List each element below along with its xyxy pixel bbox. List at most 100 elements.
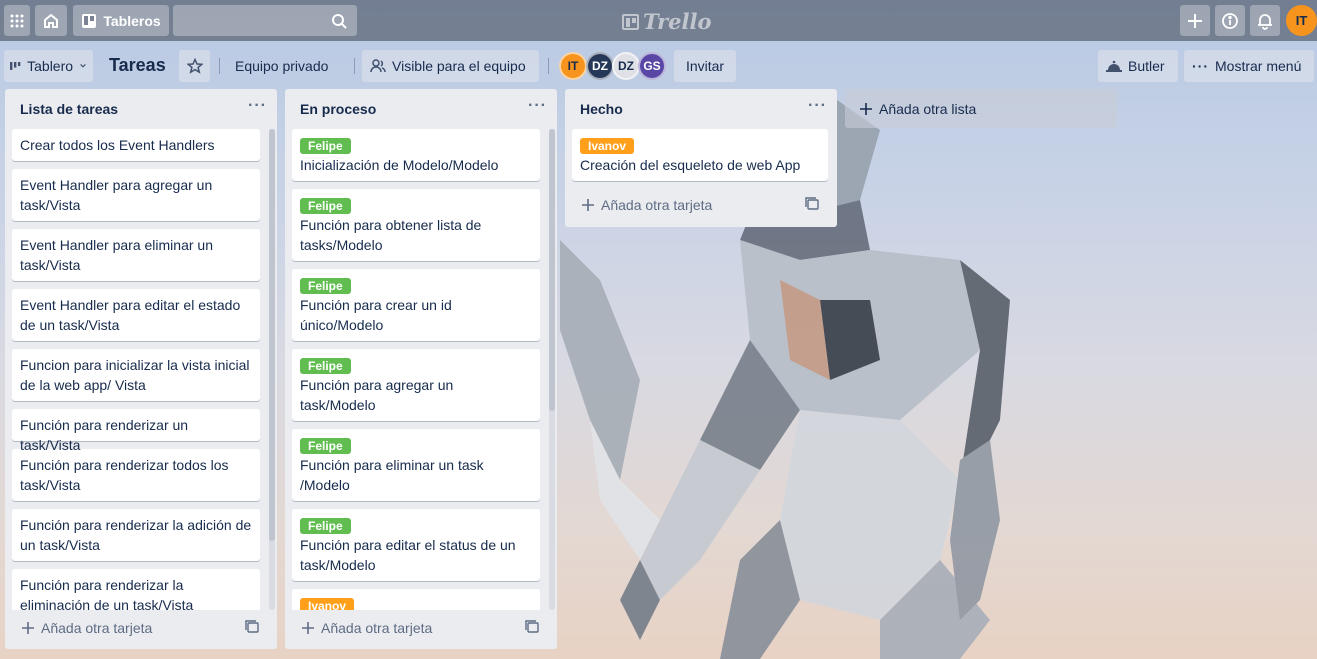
list-menu-icon[interactable]: ··· (248, 97, 267, 115)
list-title[interactable]: Lista de tareas (20, 101, 118, 117)
trello-logo-icon (622, 13, 639, 30)
card-label: Ivanov (300, 598, 355, 610)
visibility-button[interactable]: Visible para el equipo (362, 50, 539, 82)
plus-icon (22, 622, 34, 634)
add-card-button[interactable]: Añada otra tarjeta (575, 191, 827, 219)
member-avatar[interactable]: DZ (586, 52, 614, 80)
member-avatar[interactable]: GS (638, 52, 666, 80)
home-icon[interactable] (35, 5, 67, 36)
add-card-label: Añada otra tarjeta (321, 620, 433, 636)
card-title: Event Handler para eliminar un task/Vist… (20, 237, 213, 273)
card-template-icon[interactable] (525, 620, 539, 634)
card[interactable]: Crear todos los Event Handlers (12, 129, 260, 161)
card[interactable]: Felipe Función para agregar un task/Mode… (292, 349, 540, 421)
card[interactable]: Ivanov (292, 589, 540, 610)
card[interactable]: Función para renderizar la adición de un… (12, 509, 260, 561)
create-plus-icon[interactable] (1180, 5, 1210, 36)
card-title: Función para renderizar todos los task/V… (20, 457, 229, 493)
scrollbar-thumb[interactable] (549, 129, 555, 411)
board-view-label: Tablero (27, 58, 74, 74)
card-title: Función para editar el status de un task… (300, 537, 516, 573)
card-title: Función para eliminar un task /Modelo (300, 457, 484, 493)
card-label: Felipe (300, 438, 351, 454)
butler-icon (1106, 60, 1122, 72)
card-template-icon[interactable] (805, 197, 819, 211)
bell-icon[interactable] (1250, 5, 1280, 36)
trello-logo[interactable]: Trello (622, 9, 712, 34)
add-card-label: Añada otra tarjeta (41, 620, 153, 636)
logo-text: Trello (643, 9, 712, 34)
plus-icon (302, 622, 314, 634)
card[interactable]: Felipe Inicialización de Modelo/Modelo (292, 129, 540, 181)
add-card-button[interactable]: Añada otra tarjeta (15, 614, 267, 642)
list-menu-icon[interactable]: ··· (528, 97, 547, 115)
boards-icon (82, 13, 97, 28)
card-title: Función para agregar un task/Modelo (300, 377, 454, 413)
invite-button[interactable]: Invitar (674, 50, 736, 82)
card[interactable]: Función para renderizar la eliminación d… (12, 569, 260, 610)
search-icon (332, 13, 347, 29)
team-visibility-icon (370, 59, 386, 73)
scrollbar-thumb[interactable] (269, 129, 275, 541)
card-label: Felipe (300, 518, 351, 534)
chevron-down-icon (80, 63, 86, 68)
boards-label: Tableros (103, 12, 161, 29)
list-title[interactable]: En proceso (300, 101, 376, 117)
show-menu-button[interactable]: ··· Mostrar menú (1184, 50, 1314, 82)
boards-button[interactable]: Tableros (73, 5, 169, 36)
divider (548, 58, 549, 74)
card[interactable]: Ivanov Creación del esqueleto de web App (572, 129, 828, 181)
user-avatar[interactable]: IT (1286, 5, 1317, 36)
search-input[interactable] (173, 5, 357, 36)
card-title: Event Handler para agregar un task/Vista (20, 177, 213, 213)
add-card-button[interactable]: Añada otra tarjeta (295, 614, 547, 642)
card[interactable]: Felipe Función para eliminar un task /Mo… (292, 429, 540, 501)
card[interactable]: Event Handler para eliminar un task/Vist… (12, 229, 260, 281)
board-title[interactable]: Tareas (109, 55, 166, 76)
add-card-label: Añada otra tarjeta (601, 197, 713, 213)
card-title: Función para renderizar un task/Vista (20, 417, 189, 453)
member-avatar[interactable]: IT (559, 52, 587, 80)
plus-icon (582, 199, 594, 211)
card-title: Función para crear un id único/Modelo (300, 297, 452, 333)
add-list-button[interactable]: Añada otra lista (845, 89, 1117, 128)
card[interactable]: Función para renderizar todos los task/V… (12, 449, 260, 501)
card[interactable]: Función para renderizar un task/Vista (12, 409, 260, 453)
list-scrollbar[interactable] (269, 129, 275, 610)
card-template-icon[interactable] (245, 620, 259, 634)
list-title[interactable]: Hecho (580, 101, 623, 117)
card[interactable]: Felipe Función para crear un id único/Mo… (292, 269, 540, 341)
info-icon[interactable] (1215, 5, 1245, 36)
card-label: Felipe (300, 358, 351, 374)
card-title: Función para renderizar la adición de un… (20, 517, 252, 553)
top-navigation-bar: Tableros Trello IT (0, 0, 1317, 41)
card-container: Ivanov Creación del esqueleto de web App (572, 129, 828, 185)
more-icon: ··· (1192, 58, 1209, 74)
apps-icon[interactable] (4, 5, 30, 36)
team-button[interactable]: Equipo privado (227, 50, 345, 82)
visibility-label: Visible para el equipo (392, 58, 526, 74)
card[interactable]: Felipe Función para editar el status de … (292, 509, 540, 581)
card[interactable]: Felipe Función para obtener lista de tas… (292, 189, 540, 261)
card-label: Felipe (300, 138, 351, 154)
card-title: Creación del esqueleto de web App (580, 157, 801, 173)
list-menu-icon[interactable]: ··· (808, 97, 827, 115)
card[interactable]: Funcion para inicializar la vista inicia… (12, 349, 260, 401)
member-avatar[interactable]: DZ (612, 52, 640, 80)
star-icon[interactable] (179, 50, 210, 82)
list-lista-de-tareas: Lista de tareas ··· Crear todos los Even… (5, 89, 277, 649)
card[interactable]: Event Handler para editar el estado de u… (12, 289, 260, 341)
card-title: Inicialización de Modelo/Modelo (300, 157, 499, 173)
card-label: Ivanov (580, 138, 635, 154)
card[interactable]: Event Handler para agregar un task/Vista (12, 169, 260, 221)
butler-label: Butler (1128, 58, 1165, 74)
card-title: Crear todos los Event Handlers (20, 137, 215, 153)
board-view-switcher[interactable]: Tablero (4, 50, 93, 82)
divider (219, 58, 220, 74)
butler-button[interactable]: Butler (1098, 50, 1178, 82)
card-label: Felipe (300, 198, 351, 214)
card-label: Felipe (300, 278, 351, 294)
list-hecho: Hecho ··· Ivanov Creación del esqueleto … (565, 89, 837, 227)
list-scrollbar[interactable] (549, 129, 555, 610)
list-en-proceso: En proceso ··· Felipe Inicialización de … (285, 89, 557, 649)
